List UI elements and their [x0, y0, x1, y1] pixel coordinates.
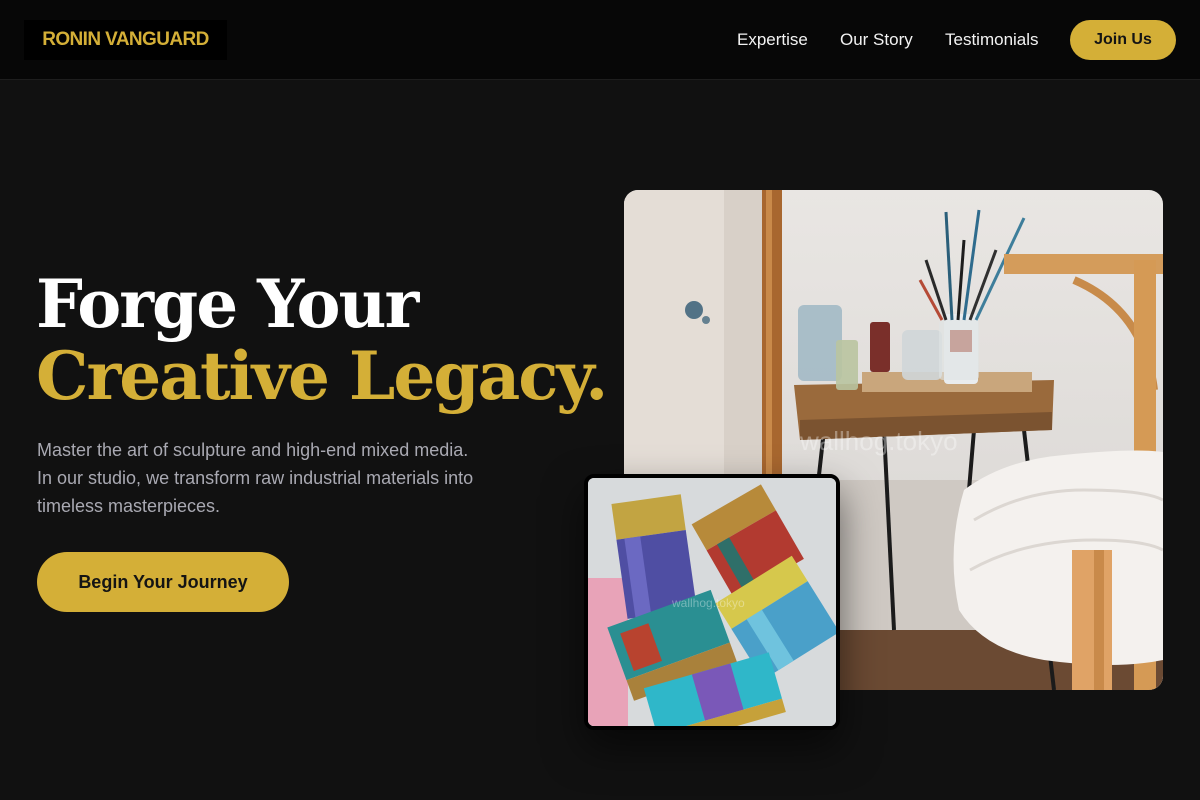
nav-link-our-story[interactable]: Our Story	[840, 30, 913, 50]
headline-line-2: Creative Legacy.	[36, 337, 608, 415]
brushes-watermark: wallhog.tokyo	[672, 596, 745, 610]
studio-watermark: wallhog.tokyo	[800, 426, 958, 456]
hero-description: Master the art of sculpture and high-end…	[37, 440, 474, 516]
headline-line-1: Forge Your	[36, 265, 419, 343]
top-navbar: RONIN VANGUARD Expertise Our Story Testi…	[0, 0, 1200, 80]
hero-headline: Forge Your Creative Legacy.	[36, 268, 616, 412]
join-us-button[interactable]: Join Us	[1070, 20, 1176, 60]
brand-logo[interactable]: RONIN VANGUARD	[24, 20, 227, 60]
begin-journey-button[interactable]: Begin Your Journey	[37, 552, 289, 612]
nav-link-expertise[interactable]: Expertise	[737, 30, 808, 50]
nav-link-testimonials[interactable]: Testimonials	[945, 30, 1039, 50]
paint-brushes-photo: wallhog.tokyo	[584, 474, 840, 730]
